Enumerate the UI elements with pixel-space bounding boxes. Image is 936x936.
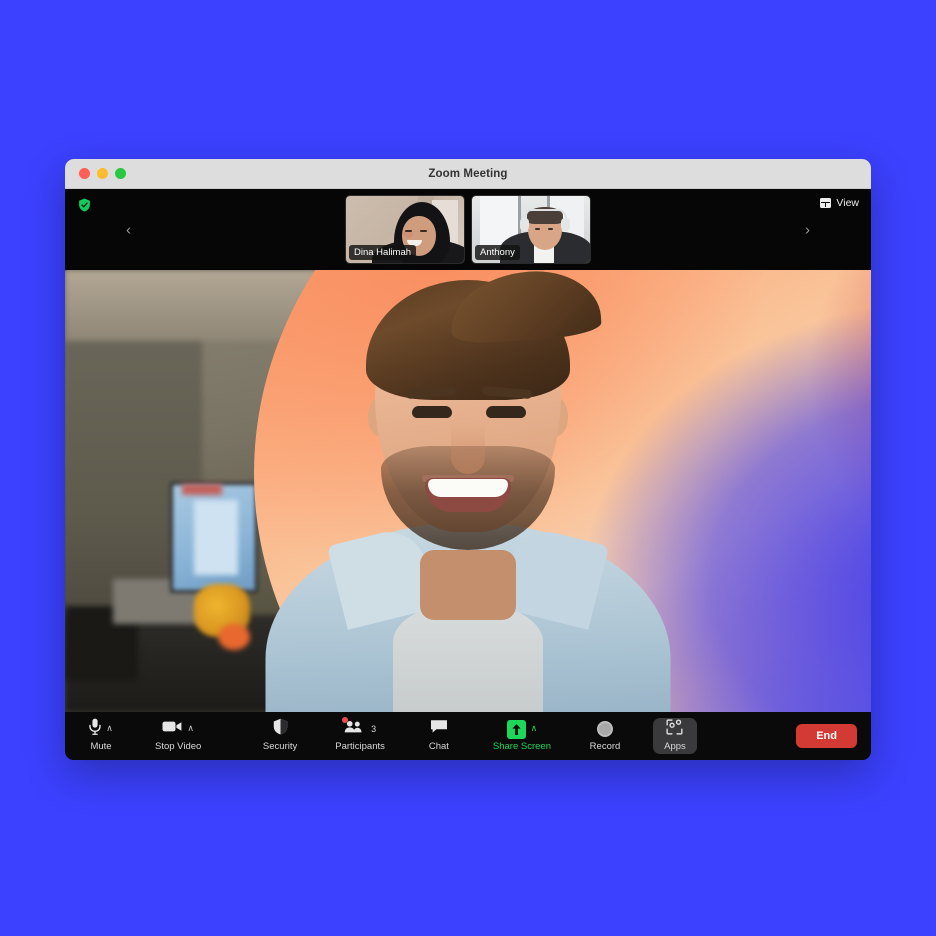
thumbnail-headphone-icon <box>561 218 570 231</box>
participants-icon <box>344 720 364 738</box>
thumbnail-headphone-icon <box>523 209 567 218</box>
person-eye <box>412 406 452 418</box>
window-titlebar: Zoom Meeting <box>65 159 871 189</box>
share-screen-options-caret[interactable]: ∧ <box>531 723 538 733</box>
participants-button[interactable]: 3 Participants <box>329 716 391 754</box>
security-button-label: Security <box>262 740 298 752</box>
toolbar-right-group: End <box>796 724 857 748</box>
encryption-shield-icon <box>78 198 91 212</box>
microphone-icon <box>89 718 101 740</box>
thumbnail-person-face-detail <box>405 230 412 232</box>
stop-video-button-label: Stop Video <box>155 740 202 752</box>
apps-button-label: Apps <box>664 740 686 752</box>
chat-bubble-icon <box>430 719 448 739</box>
view-layout-button[interactable]: View <box>820 197 859 209</box>
end-meeting-button[interactable]: End <box>796 724 857 748</box>
window-title: Zoom Meeting <box>428 167 508 180</box>
record-button[interactable]: Record <box>583 718 627 754</box>
person-nose <box>451 422 485 474</box>
toolbar-center-group: Security 3 Participants Chat ∧ Share Scr… <box>257 716 697 755</box>
mute-options-caret[interactable]: ∧ <box>106 723 113 733</box>
thumbnail-name-label: Anthony <box>475 244 520 260</box>
participant-thumbnail[interactable]: Dina Halimah <box>345 195 465 264</box>
self-video-person <box>65 270 871 712</box>
thumbnail-list: Dina Halimah Anthony <box>345 195 591 264</box>
apps-button[interactable]: Apps <box>652 717 697 755</box>
shield-icon <box>273 718 288 740</box>
share-screen-icon <box>506 719 526 739</box>
participant-thumbnail[interactable]: Anthony <box>471 195 591 264</box>
person-eye <box>486 406 526 418</box>
participant-filmstrip: ‹ › View Dina Halimah Anthony <box>65 189 871 270</box>
active-speaker-video[interactable] <box>65 270 871 712</box>
apps-icon <box>666 719 684 740</box>
toolbar-left-group: ∧ Mute ∧ Stop Video <box>79 718 207 754</box>
person-neck <box>420 550 516 620</box>
zoom-meeting-window: Zoom Meeting ‹ › View Dina Halimah Antho… <box>65 159 871 760</box>
person-teeth <box>428 479 508 497</box>
video-options-caret[interactable]: ∧ <box>187 723 194 733</box>
mute-button-label: Mute <box>90 740 112 752</box>
participants-count: 3 <box>371 724 377 735</box>
participants-button-label: Participants <box>335 740 385 752</box>
share-screen-button-label: Share Screen <box>492 740 551 752</box>
filmstrip-next-arrow[interactable]: › <box>805 222 810 237</box>
record-circle-icon <box>596 721 613 738</box>
mute-button[interactable]: ∧ Mute <box>79 718 123 754</box>
video-camera-icon <box>162 720 182 738</box>
view-button-label: View <box>836 197 859 209</box>
thumbnail-person-face-detail <box>548 228 553 230</box>
thumbnail-name-label: Dina Halimah <box>349 244 417 260</box>
chat-button[interactable]: Chat <box>417 718 461 754</box>
thumbnail-person-face-detail <box>420 230 427 232</box>
grid-layout-icon <box>820 198 832 208</box>
thumbnail-person-face-detail <box>535 228 540 230</box>
share-screen-button[interactable]: ∧ Share Screen <box>487 718 557 754</box>
participants-notification-badge <box>342 716 349 723</box>
meeting-toolbar: ∧ Mute ∧ Stop Video Security 3 Participa… <box>65 712 871 760</box>
security-button[interactable]: Security <box>257 718 303 754</box>
thumbnail-headphone-icon <box>520 218 529 231</box>
filmstrip-prev-arrow[interactable]: ‹ <box>126 222 131 237</box>
record-button-label: Record <box>589 740 621 752</box>
stop-video-button[interactable]: ∧ Stop Video <box>149 718 207 754</box>
chat-button-label: Chat <box>428 740 449 752</box>
